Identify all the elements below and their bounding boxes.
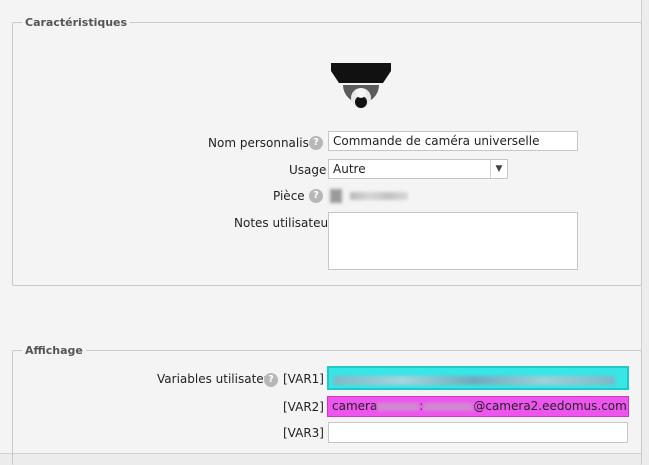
usage-selected-value: Autre	[333, 162, 366, 176]
var2-input[interactable]: camera: @camera2.eedomus.com	[327, 396, 629, 417]
var3-input[interactable]	[328, 422, 628, 443]
custom-name-input[interactable]: Commande de caméra universelle	[328, 131, 578, 151]
user-variables-label: Variables utilisateur	[157, 372, 277, 386]
room-label: Pièce	[273, 189, 305, 203]
help-icon[interactable]: ?	[309, 189, 323, 203]
var2-redacted-user	[377, 402, 420, 411]
device-settings-panel: Caractéristiques Nom personnalisé ? Comm…	[0, 0, 642, 465]
dome-camera-icon	[331, 63, 391, 113]
var2-prefix: camera	[332, 399, 378, 413]
var1-label: [VAR1]	[283, 372, 324, 386]
usage-select[interactable]: Autre ▼	[328, 159, 508, 179]
help-icon[interactable]: ?	[264, 373, 278, 387]
room-value-redacted	[330, 188, 408, 203]
chevron-down-icon[interactable]: ▼	[490, 160, 507, 178]
notes-textarea[interactable]	[328, 212, 578, 270]
var2-suffix: @camera2.eedomus.com	[473, 399, 627, 413]
custom-name-label: Nom personnalisé	[208, 136, 317, 150]
var1-input[interactable]	[327, 366, 629, 390]
var3-label: [VAR3]	[283, 426, 324, 440]
var2-label: [VAR2]	[283, 400, 324, 414]
characteristics-legend: Caractéristiques	[25, 16, 128, 29]
usage-label: Usage	[289, 163, 327, 177]
notes-label: Notes utilisateur	[234, 216, 334, 230]
display-legend: Affichage	[25, 344, 83, 357]
help-icon[interactable]: ?	[309, 136, 323, 150]
var1-redacted-value	[333, 375, 615, 385]
var2-redacted-password	[423, 402, 474, 411]
